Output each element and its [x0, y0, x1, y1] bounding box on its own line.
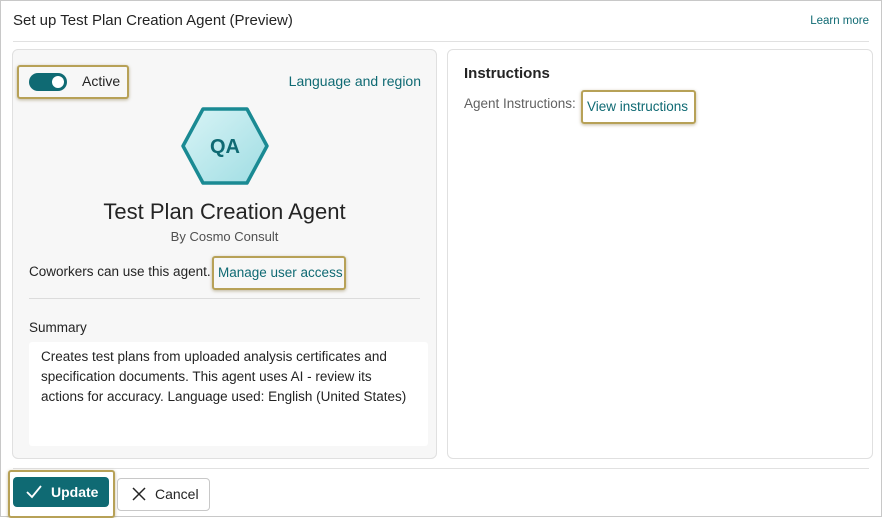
- view-instructions-link[interactable]: View instructions: [587, 99, 688, 114]
- agent-instructions-label: Agent Instructions:: [464, 96, 576, 111]
- divider: [29, 298, 420, 299]
- active-label: Active: [82, 73, 121, 89]
- update-button[interactable]: Update: [13, 477, 109, 507]
- toggle-knob: [52, 76, 64, 88]
- update-button-highlight: Update: [8, 470, 115, 518]
- agent-avatar-hexagon-icon: QA: [181, 107, 269, 185]
- agent-card: Active Language and region QA Test Plan …: [12, 49, 437, 459]
- cancel-label: Cancel: [155, 486, 199, 502]
- manage-user-access-link[interactable]: Manage user access: [218, 265, 343, 280]
- dialog-title: Set up Test Plan Creation Agent (Preview…: [13, 12, 293, 29]
- update-label: Update: [51, 484, 99, 500]
- manage-access-highlight: Manage user access: [212, 256, 346, 290]
- instructions-title: Instructions: [464, 65, 550, 82]
- avatar-initials: QA: [210, 136, 240, 158]
- agent-name: Test Plan Creation Agent: [103, 199, 346, 224]
- learn-more-link[interactable]: Learn more: [810, 15, 869, 27]
- dialog-header: Set up Test Plan Creation Agent (Preview…: [13, 11, 869, 42]
- summary-text: Creates test plans from uploaded analysi…: [29, 342, 428, 446]
- instructions-card: Instructions Agent Instructions: View in…: [447, 49, 873, 459]
- checkmark-icon: [26, 485, 42, 499]
- summary-label: Summary: [29, 320, 87, 335]
- coworkers-text: Coworkers can use this agent.: [29, 264, 211, 279]
- setup-dialog: Set up Test Plan Creation Agent (Preview…: [0, 0, 882, 518]
- active-toggle[interactable]: [29, 73, 67, 91]
- agent-publisher: By Cosmo Consult: [170, 229, 279, 244]
- footer-divider: [13, 468, 869, 469]
- close-icon: [132, 487, 146, 501]
- cancel-button[interactable]: Cancel: [117, 478, 210, 511]
- active-toggle-highlight: Active: [17, 65, 129, 99]
- language-region-link[interactable]: Language and region: [289, 73, 421, 89]
- view-instructions-highlight: View instructions: [581, 90, 696, 124]
